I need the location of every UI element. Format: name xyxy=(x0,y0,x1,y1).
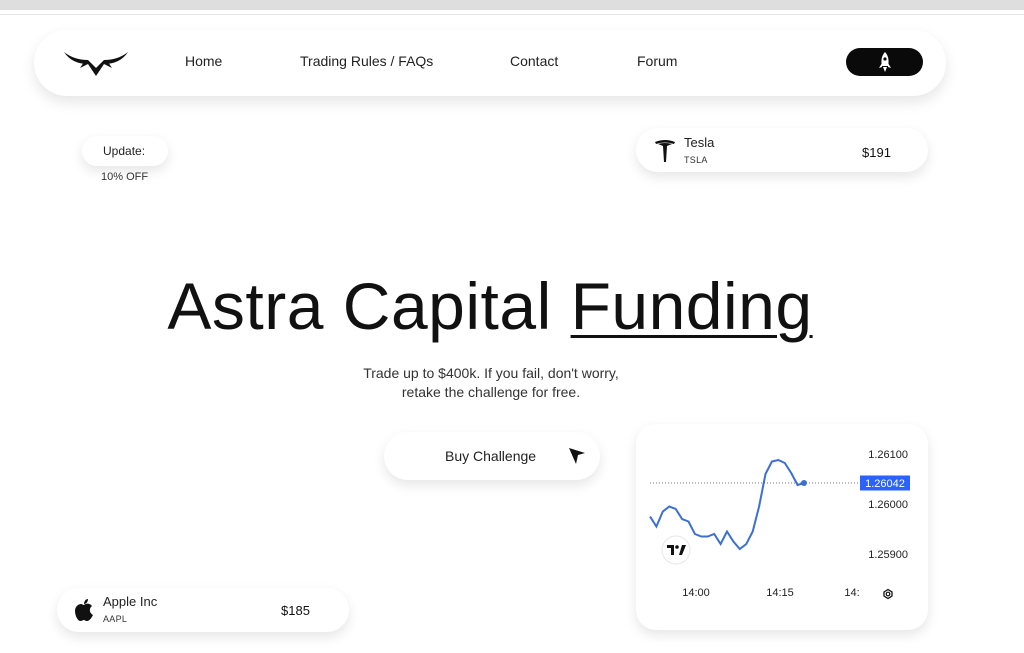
rocket-icon xyxy=(878,52,891,72)
browser-divider xyxy=(0,14,1024,15)
hero-subtitle: Trade up to $400k. If you fail, don't wo… xyxy=(341,364,641,402)
page-title: Astra Capital Funding xyxy=(0,268,980,344)
last-price-label: 1.26042 xyxy=(865,478,905,490)
price-series-line xyxy=(649,458,805,551)
y-tick-label: 1.25900 xyxy=(868,549,908,561)
nav-link-home[interactable]: Home xyxy=(185,53,222,69)
subtitle-line-2: retake the challenge for free. xyxy=(401,384,581,400)
browser-top-strip xyxy=(0,0,1024,10)
update-badge: Update: xyxy=(82,136,168,166)
rocket-button[interactable] xyxy=(846,48,923,76)
ticker-symbol: AAPL xyxy=(103,614,128,624)
buy-challenge-label: Buy Challenge xyxy=(445,448,537,464)
bull-horns-logo-icon[interactable] xyxy=(62,48,130,78)
ticker-name: Tesla xyxy=(684,135,715,150)
price-chart-widget[interactable]: 1.26100 1.26000 1.25900 14:00 14:15 14: 1.26… xyxy=(636,424,928,630)
tradingview-logo-icon[interactable] xyxy=(661,535,691,565)
navbar: Home Trading Rules / FAQs Contact Forum xyxy=(34,30,946,96)
nav-link-contact[interactable]: Contact xyxy=(510,53,558,69)
ticker-price: $191 xyxy=(862,145,891,160)
title-main: Astra Capital xyxy=(167,269,571,343)
y-tick-label: 1.26100 xyxy=(868,449,908,461)
ticker-symbol: TSLA xyxy=(684,155,708,165)
update-label: Update: xyxy=(103,144,146,158)
tesla-logo-icon xyxy=(655,140,675,162)
nav-link-forum[interactable]: Forum xyxy=(637,53,677,69)
buy-challenge-button[interactable]: Buy Challenge xyxy=(384,432,600,480)
ticker-card-tesla[interactable]: Tesla TSLA $191 xyxy=(636,128,928,172)
subtitle-line-1: Trade up to $400k. If you fail, don't wo… xyxy=(363,365,619,381)
settings-icon[interactable] xyxy=(883,588,893,600)
ticker-name: Apple Inc xyxy=(103,594,158,609)
apple-logo-icon xyxy=(75,599,93,621)
price-chart: 1.26100 1.26000 1.25900 14:00 14:15 14: 1.26… xyxy=(649,449,910,600)
x-tick-label: 14:15 xyxy=(766,587,794,599)
y-tick-label: 1.26000 xyxy=(868,499,908,511)
ticker-card-apple[interactable]: Apple Inc AAPL $185 xyxy=(57,588,349,632)
last-price-dot xyxy=(801,480,807,486)
x-tick-label: 14: xyxy=(844,587,859,599)
arrow-cursor-icon xyxy=(569,448,585,464)
nav-link-trading-rules[interactable]: Trading Rules / FAQs xyxy=(300,53,433,69)
ticker-price: $185 xyxy=(281,603,310,618)
discount-text: 10% OFF xyxy=(101,171,149,183)
title-underlined-word: Funding xyxy=(570,269,813,343)
x-tick-label: 14:00 xyxy=(682,587,710,599)
